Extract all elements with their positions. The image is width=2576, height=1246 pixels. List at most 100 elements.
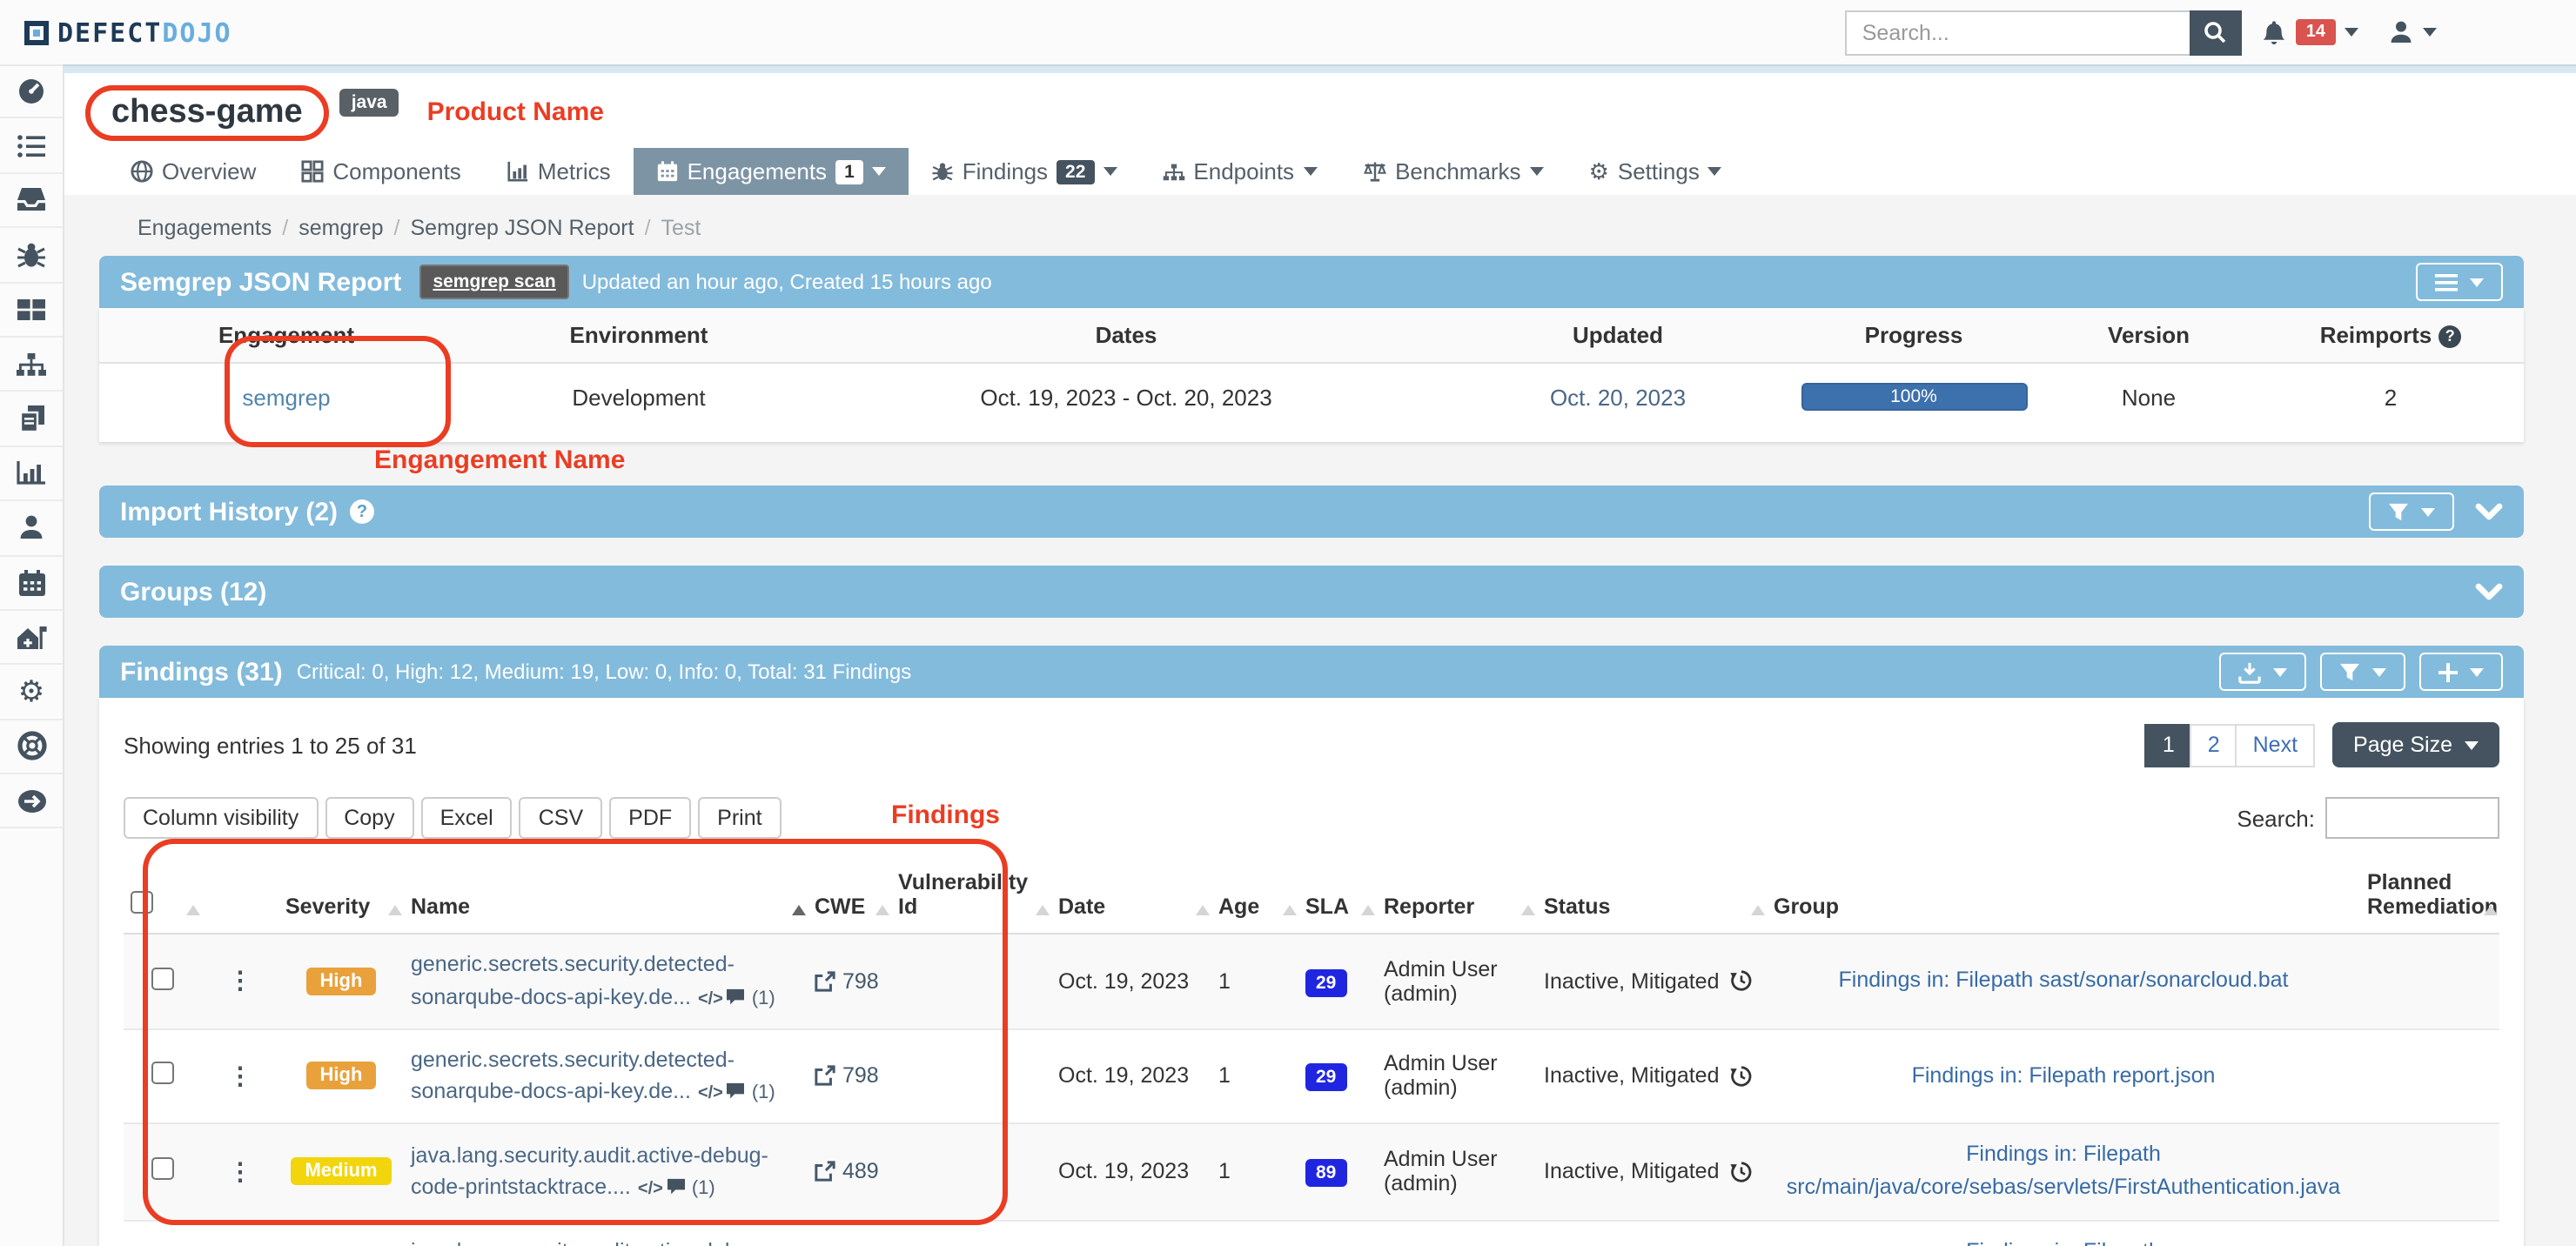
collapse-chevron-icon[interactable]: [2475, 583, 2503, 600]
row-checkbox[interactable]: [151, 1062, 174, 1085]
finding-name-link[interactable]: java.lang.security.audit.active-debug-co…: [411, 1240, 768, 1246]
tab-metrics[interactable]: Metrics: [484, 148, 634, 195]
sidebar-item-endpoints[interactable]: [0, 338, 63, 392]
logo-text-defect: DEFECT: [57, 17, 162, 48]
select-all-checkbox[interactable]: [131, 891, 153, 914]
page-1-button[interactable]: 1: [2145, 723, 2192, 767]
sidebar-item-inbox[interactable]: [0, 174, 63, 229]
sidebar-item-users[interactable]: [0, 501, 63, 556]
logo-text-dojo: DOJO: [162, 17, 231, 48]
sidebar-item-calendar[interactable]: [0, 556, 63, 611]
sidebar-item-questionnaires[interactable]: [0, 611, 63, 666]
breadcrumb-report[interactable]: Semgrep JSON Report: [394, 216, 634, 240]
help-icon[interactable]: ?: [350, 499, 374, 524]
sort-icon[interactable]: [875, 905, 889, 915]
row-checkbox[interactable]: [151, 968, 174, 990]
global-search-input[interactable]: [1845, 10, 2190, 55]
tab-overview[interactable]: Overview: [108, 148, 278, 195]
import-history-section[interactable]: Import History (2) ?: [99, 486, 2524, 538]
sort-icon[interactable]: [388, 905, 402, 915]
breadcrumb-semgrep[interactable]: semgrep: [282, 216, 383, 240]
chevron-down-icon: [2465, 740, 2479, 749]
tab-endpoints[interactable]: Endpoints: [1139, 148, 1339, 195]
scan-type-badge[interactable]: semgrep scan: [419, 265, 569, 299]
collapse-chevron-icon[interactable]: [2475, 503, 2503, 520]
history-icon[interactable]: [1730, 1161, 1753, 1183]
groups-section[interactable]: Groups (12): [99, 566, 2524, 618]
excel-button[interactable]: Excel: [421, 797, 513, 839]
import-history-filter-button[interactable]: [2369, 492, 2454, 531]
row-menu-icon[interactable]: ⋮: [228, 1157, 252, 1185]
group-link[interactable]: Findings in: Filepath sast/sonar/sonarcl…: [1839, 968, 2289, 992]
notifications-menu[interactable]: 14: [2261, 18, 2358, 46]
row-checkbox[interactable]: [151, 1158, 174, 1181]
sidebar-item-findings[interactable]: [0, 228, 63, 283]
search-button[interactable]: [2190, 10, 2242, 55]
row-menu-icon[interactable]: ⋮: [228, 1062, 252, 1089]
defectdojo-logo[interactable]: DEFECTDOJO: [24, 17, 232, 48]
col-severity: Severity: [278, 860, 404, 934]
history-icon[interactable]: [1730, 1065, 1753, 1088]
download-button[interactable]: [2219, 653, 2306, 691]
next-page-button[interactable]: Next: [2236, 723, 2315, 767]
cwe-link[interactable]: 798: [815, 969, 884, 994]
history-icon[interactable]: [1730, 970, 1753, 993]
sidebar-item-logout[interactable]: [0, 774, 63, 829]
print-button[interactable]: Print: [698, 797, 781, 839]
left-sidebar: ⚙: [0, 64, 64, 1246]
tab-findings[interactable]: Findings 22: [909, 148, 1140, 195]
chevron-down-icon: [1530, 167, 1544, 176]
tab-engagements[interactable]: Engagements 1: [634, 148, 909, 195]
column-visibility-button[interactable]: Column visibility: [124, 797, 318, 839]
sidebar-item-list[interactable]: [0, 119, 63, 174]
report-panel-header: Semgrep JSON Report semgrep scan Updated…: [99, 256, 2524, 308]
sort-icon[interactable]: [1196, 905, 1210, 915]
engagement-link[interactable]: semgrep: [242, 384, 330, 410]
breadcrumb-engagements[interactable]: Engagements: [138, 216, 272, 240]
cwe-link[interactable]: 489: [815, 1160, 884, 1184]
group-link[interactable]: Findings in: Filepath src/main/java/core…: [1808, 1239, 2319, 1246]
sidebar-item-configuration[interactable]: ⚙: [0, 666, 63, 720]
sidebar-item-reports[interactable]: [0, 392, 63, 447]
table-search-input[interactable]: [2325, 797, 2499, 839]
cwe-link[interactable]: 798: [815, 1064, 884, 1089]
group-link[interactable]: Findings in: Filepath src/main/java/core…: [1787, 1142, 2340, 1200]
sort-asc-icon[interactable]: [792, 905, 806, 915]
sort-icon[interactable]: [1361, 905, 1375, 915]
sort-icon[interactable]: [1521, 905, 1535, 915]
pdf-button[interactable]: PDF: [609, 797, 691, 839]
csv-button[interactable]: CSV: [520, 797, 602, 839]
sort-icon[interactable]: [1283, 905, 1297, 915]
copy-button[interactable]: Copy: [325, 797, 413, 839]
sort-icon[interactable]: [1751, 905, 1765, 915]
page-2-button[interactable]: 2: [2190, 723, 2237, 767]
sidebar-item-components[interactable]: [0, 283, 63, 338]
report-actions-button[interactable]: [2416, 263, 2503, 301]
updated-value[interactable]: Oct. 20, 2023: [1550, 384, 1686, 410]
sort-icon[interactable]: [2484, 905, 2498, 915]
table-icon: [16, 298, 47, 322]
finding-name-link[interactable]: generic.secrets.security.detected-sonarq…: [411, 952, 735, 1009]
sidebar-item-support[interactable]: [0, 720, 63, 774]
comment-count: (1): [752, 988, 775, 1009]
finding-row: ⋮ High generic.secrets.security.detected…: [124, 1028, 2499, 1123]
sort-icon[interactable]: [1036, 905, 1050, 915]
group-link[interactable]: Findings in: Filepath report.json: [1912, 1062, 2216, 1087]
product-name-annotation-label: Product Name: [427, 97, 604, 127]
add-findings-button[interactable]: [2419, 653, 2503, 691]
age-cell: 1: [1211, 1028, 1298, 1123]
findings-filter-button[interactable]: [2320, 653, 2405, 691]
sidebar-item-dashboard[interactable]: [0, 64, 63, 119]
row-menu-icon[interactable]: ⋮: [228, 967, 252, 995]
help-icon[interactable]: ?: [2438, 325, 2461, 347]
tab-components[interactable]: Components: [278, 148, 483, 195]
user-menu[interactable]: [2388, 19, 2437, 45]
sort-icon[interactable]: [186, 905, 200, 915]
finding-name-link[interactable]: generic.secrets.security.detected-sonarq…: [411, 1047, 735, 1104]
page-size-button[interactable]: Page Size: [2332, 722, 2499, 767]
reporter-cell: Admin User (admin): [1377, 1028, 1537, 1123]
tab-label: Findings: [963, 158, 1048, 184]
tab-benchmarks[interactable]: Benchmarks: [1339, 148, 1566, 195]
tab-settings[interactable]: ⚙ Settings: [1566, 148, 1745, 195]
sidebar-item-metrics[interactable]: [0, 446, 63, 501]
